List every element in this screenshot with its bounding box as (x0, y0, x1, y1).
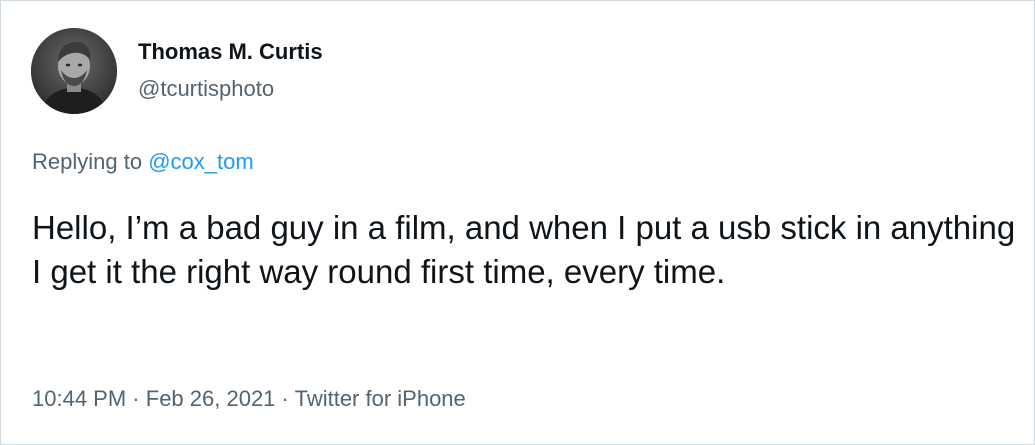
tweet-time[interactable]: 10:44 PM (32, 386, 126, 411)
tweet-text: Hello, I’m a bad guy in a film, and when… (32, 209, 1016, 290)
meta-separator: · (132, 386, 140, 411)
author-handle[interactable]: @tcurtisphoto (138, 76, 274, 102)
author-display-name[interactable]: Thomas M. Curtis (138, 39, 323, 65)
tweet-date[interactable]: Feb 26, 2021 (146, 386, 276, 411)
tweet-card: Thomas M. Curtis @tcurtisphoto Replying … (0, 0, 1035, 445)
avatar[interactable] (31, 28, 117, 114)
tweet-meta: 10:44 PM · Feb 26, 2021 · Twitter for iP… (32, 386, 466, 412)
reply-mention-link[interactable]: @cox_tom (148, 149, 253, 174)
tweet-source[interactable]: Twitter for iPhone (295, 386, 466, 411)
meta-separator: · (281, 386, 289, 411)
replying-to-label: Replying to (32, 149, 143, 174)
replying-to-line: Replying to @cox_tom (32, 149, 254, 175)
profile-photo-icon (31, 28, 117, 114)
